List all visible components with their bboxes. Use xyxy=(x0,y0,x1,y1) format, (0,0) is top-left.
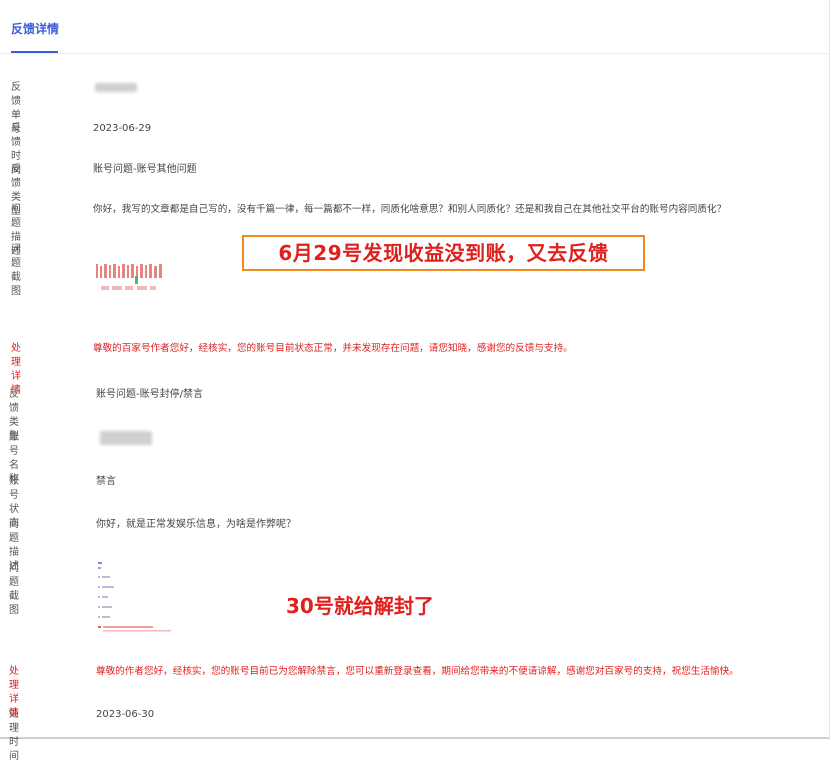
problem-screenshot-thumbnail[interactable] xyxy=(95,262,165,298)
processed-time-value: 2023-06-30 xyxy=(96,709,155,720)
annotation-callout-second: 30号就给解封了 xyxy=(286,594,434,618)
feedback-type-value: 账号问题-账号其他问题 xyxy=(93,164,197,175)
tab-feedback-detail[interactable]: 反馈详情 xyxy=(11,20,59,37)
problem-screenshot-thumbnail-2[interactable] xyxy=(96,560,176,635)
feedback-id-redacted xyxy=(95,83,137,92)
account-status-value: 禁言 xyxy=(96,476,116,487)
problem-description-value: 你好，我写的文章都是自己写的，没有千篇一律，每一篇都不一样，同质化啥意思？和别人… xyxy=(93,204,727,215)
problem-screenshot-label: 问题截图 xyxy=(11,244,21,297)
processing-detail-value: 尊敬的百家号作者您好，经核实，您的账号目前状态正常，并未发现存在问题，请您知晓，… xyxy=(93,343,573,354)
processed-time-label: 处理时间 xyxy=(9,709,19,762)
processing-detail-value-2: 尊敬的作者您好，经核实，您的账号目前已为您解除禁言，您可以重新登录查看，期间给您… xyxy=(96,666,739,677)
header-divider xyxy=(0,53,829,54)
annotation-callout-first: 6月29号发现收益没到账，又去反馈 xyxy=(242,235,645,271)
feedback-type-value-2: 账号问题-账号封停/禁言 xyxy=(96,389,203,400)
problem-screenshot-label-2: 问题截图 xyxy=(9,563,19,616)
feedback-time-value: 2023-06-29 xyxy=(93,123,152,134)
account-name-redacted xyxy=(100,431,152,445)
problem-description-value-2: 你好，就是正常发娱乐信息，为啥是作弊呢？ xyxy=(96,519,296,530)
